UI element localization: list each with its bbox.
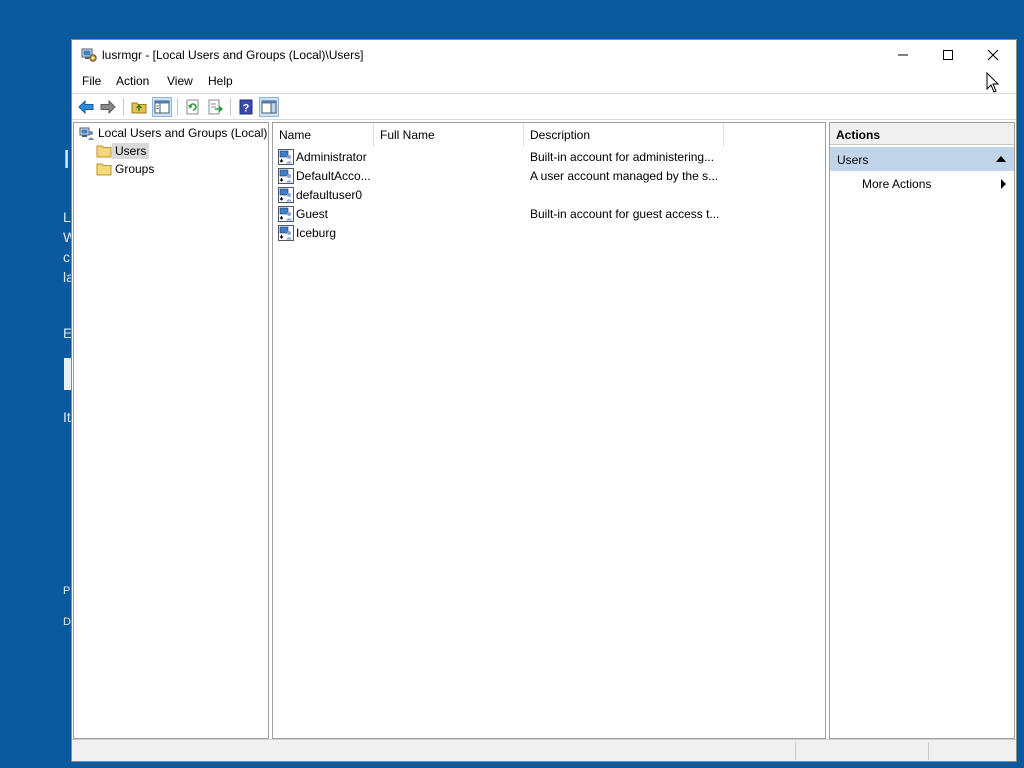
maximize-icon [943, 50, 953, 60]
show-hide-tree-icon [154, 100, 170, 114]
status-separator [795, 742, 796, 760]
results-list-pane[interactable]: Name Full Name Description Administrator… [272, 122, 826, 739]
cell-name: Iceburg [296, 226, 337, 240]
folder-icon [96, 145, 112, 158]
table-row[interactable]: DefaultAcco... A user account managed by … [273, 167, 825, 186]
column-header-name[interactable]: Name [273, 123, 374, 147]
actions-header: Actions [830, 123, 1014, 145]
table-row[interactable]: Iceburg [273, 224, 825, 243]
toolbar: ? [72, 93, 1016, 120]
refresh-icon [186, 99, 199, 115]
refresh-button[interactable] [183, 97, 203, 117]
desktop-text-fragment: L [63, 209, 71, 225]
actions-pane: Actions Users More Actions [829, 122, 1015, 739]
show-hide-action-pane-button[interactable] [259, 97, 279, 117]
desktop-text-fragment: c [63, 249, 70, 265]
desktop-text-fragment: It [63, 409, 71, 425]
up-folder-icon [131, 102, 147, 114]
folder-icon [96, 163, 112, 176]
back-button[interactable] [76, 97, 96, 117]
up-one-level-button[interactable] [129, 97, 149, 117]
user-account-icon [278, 149, 294, 165]
tree-item-root[interactable]: Local Users and Groups (Local) [79, 124, 270, 142]
table-row[interactable]: Administrator Built-in account for admini… [273, 148, 825, 167]
window-title: lusrmgr - [Local Users and Groups (Local… [102, 48, 364, 62]
menu-action[interactable]: Action [116, 74, 149, 88]
close-icon [987, 49, 999, 61]
actions-section-users[interactable]: Users [830, 147, 1014, 171]
menu-view[interactable]: View [167, 74, 193, 88]
toolbar-separator [123, 98, 124, 116]
svg-text:?: ? [243, 103, 250, 115]
tree-item-users[interactable]: Users [96, 142, 150, 160]
mouse-cursor-icon [986, 72, 1000, 93]
column-header-full-name[interactable]: Full Name [374, 123, 524, 147]
help-icon: ? [239, 99, 253, 115]
menu-help[interactable]: Help [208, 74, 233, 88]
desktop-text-fragment: D [63, 616, 71, 628]
computer-management-icon [81, 47, 97, 63]
collapse-arrow-icon[interactable] [996, 156, 1006, 162]
user-account-icon [278, 168, 294, 184]
forward-arrow-icon [100, 100, 116, 114]
actions-section-label: Users [837, 153, 869, 167]
tree-item-label: Local Users and Groups (Local) [98, 126, 268, 140]
table-row[interactable]: defaultuser0 [273, 186, 825, 205]
cell-description: A user account managed by the s... [530, 169, 719, 183]
user-account-icon [278, 206, 294, 222]
desktop-text-fragment: I [63, 144, 71, 174]
tree-item-label: Users [112, 143, 150, 159]
export-list-icon [208, 99, 223, 115]
column-header-description[interactable]: Description [524, 123, 724, 147]
close-button[interactable] [970, 40, 1016, 70]
menu-bar: File Action View Help [72, 70, 1016, 92]
toolbar-separator [230, 98, 231, 116]
forward-button[interactable] [98, 97, 118, 117]
help-button[interactable]: ? [236, 97, 256, 117]
tree-item-label: Groups [115, 162, 155, 176]
maximize-button[interactable] [925, 40, 971, 70]
toolbar-separator [177, 98, 178, 116]
submenu-arrow-icon[interactable] [1001, 179, 1006, 189]
cell-description: Built-in account for administering... [530, 150, 715, 164]
cell-name: Administrator [296, 150, 367, 164]
table-row[interactable]: Guest Built-in account for guest access t… [273, 205, 825, 224]
minimize-button[interactable] [880, 40, 926, 70]
tree-item-groups[interactable]: Groups [96, 160, 157, 178]
minimize-icon [898, 54, 908, 56]
cell-description: Built-in account for guest access t... [530, 207, 720, 221]
lusrmgr-window: lusrmgr - [Local Users and Groups (Local… [71, 39, 1017, 762]
cell-name: Guest [296, 207, 329, 221]
cell-name: DefaultAcco... [296, 169, 371, 183]
console-tree-pane[interactable]: Local Users and Groups (Local) Users Gro… [73, 122, 269, 739]
back-arrow-icon [78, 100, 94, 114]
export-list-button[interactable] [205, 97, 225, 117]
user-account-icon [278, 187, 294, 203]
title-bar[interactable]: lusrmgr - [Local Users and Groups (Local… [72, 40, 1016, 70]
user-account-icon [278, 225, 294, 241]
show-hide-action-pane-icon [261, 100, 277, 114]
status-separator [928, 742, 929, 760]
status-bar [72, 739, 1016, 761]
desktop-text-fragment: P [63, 585, 71, 597]
show-hide-console-tree-button[interactable] [152, 97, 172, 117]
users-groups-icon [79, 127, 94, 140]
menu-file[interactable]: File [82, 74, 101, 88]
cell-name: defaultuser0 [296, 188, 363, 202]
more-actions-item[interactable]: More Actions [862, 177, 931, 191]
